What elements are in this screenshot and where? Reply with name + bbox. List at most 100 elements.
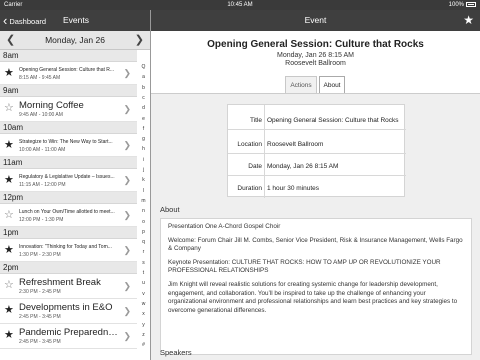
about-paragraph: Jim Knight will reveal realistic solutio… — [168, 280, 458, 314]
index-letter[interactable]: v — [137, 291, 150, 297]
index-letter[interactable]: g — [137, 136, 150, 142]
battery-percent: 100% — [448, 2, 464, 8]
row-divider — [228, 175, 406, 176]
status-bar: Carrier 10:45 AM 100% — [0, 0, 480, 10]
index-letter[interactable]: h — [137, 146, 150, 152]
battery-indicator: 100% — [449, 0, 476, 10]
index-letter[interactable]: b — [137, 85, 150, 91]
index-letter[interactable]: f — [137, 126, 150, 132]
event-row[interactable]: ☆ Morning Coffee 9:45 AM - 10:00 AM ❯ — [0, 97, 137, 122]
star-outline-icon[interactable]: ☆ — [4, 279, 14, 291]
event-row-time: 2:45 PM - 3:45 PM — [19, 314, 61, 320]
event-row[interactable]: ★ Developments in E&O 2:45 PM - 3:45 PM ❯ — [0, 299, 137, 324]
index-letter[interactable]: e — [137, 116, 150, 122]
index-letter[interactable]: i — [137, 157, 150, 163]
event-row[interactable]: ★ Strategize to Win: The New Way to Start… — [0, 134, 137, 157]
event-row[interactable]: ☆ Lunch on Your Own/Time allotted to meet… — [0, 204, 137, 227]
about-paragraph: Welcome: Forum Chair Jill M. Combs, Seni… — [168, 236, 463, 253]
event-location: Roosevelt Ballroom — [285, 60, 346, 67]
index-letter[interactable]: k — [137, 177, 150, 183]
event-row-title: Refreshment Break — [19, 277, 101, 288]
star-outline-icon[interactable]: ☆ — [4, 102, 14, 114]
index-letter[interactable]: r — [137, 249, 150, 255]
chevron-left-icon: ‹ — [3, 13, 8, 28]
dashboard-back-button[interactable]: ‹ Dashboard — [3, 10, 46, 32]
index-letter[interactable]: o — [137, 219, 150, 225]
event-row-title: Innovation: “Thinking for Today and Tom.… — [19, 244, 112, 250]
event-row-title: Lunch on Your Own/Time allotted to meet.… — [19, 209, 115, 215]
chevron-right-icon: ❯ — [123, 140, 131, 150]
speakers-heading: Speakers — [160, 348, 192, 357]
column-divider — [264, 105, 265, 198]
time-section-header: 10am — [0, 122, 137, 134]
index-letter[interactable]: q — [137, 239, 150, 245]
chevron-right-icon: ❯ — [123, 104, 131, 114]
event-datetime: Monday, Jan 26 8:15 AM — [277, 52, 354, 59]
index-letter[interactable]: w — [137, 301, 150, 307]
event-row[interactable]: ★ Regulatory & Legislative Update – Issue… — [0, 169, 137, 192]
index-letter[interactable]: m — [137, 198, 150, 204]
detail-value-title: Opening General Session: Culture that Ro… — [267, 117, 399, 124]
index-letter[interactable]: Q — [137, 64, 150, 70]
chevron-right-icon: ❯ — [123, 68, 131, 78]
next-day-chevron-icon[interactable]: ❯ — [135, 31, 144, 50]
time-section-header: 2pm — [0, 262, 137, 274]
star-filled-icon[interactable]: ★ — [4, 67, 14, 79]
event-title: Opening General Session: Culture that Ro… — [207, 39, 424, 50]
event-row-time: 10:00 AM - 11:00 AM — [19, 147, 66, 153]
index-letter[interactable]: x — [137, 311, 150, 317]
index-letter[interactable]: u — [137, 280, 150, 286]
time-section-header: 12pm — [0, 192, 137, 204]
event-row[interactable]: ★ Innovation: “Thinking for Today and Tom… — [0, 239, 137, 262]
star-filled-icon[interactable]: ★ — [4, 304, 14, 316]
time-section-header: 9am — [0, 85, 137, 97]
star-filled-icon[interactable]: ★ — [4, 139, 14, 151]
index-letter[interactable]: j — [137, 167, 150, 173]
detail-value-location: Roosevelt Ballroom — [267, 141, 324, 148]
section-index[interactable]: Qa b c d e f g h i j k l m n o p q r s t u v w x y z # — [137, 50, 150, 360]
header-divider — [151, 93, 480, 94]
index-letter[interactable]: # — [137, 342, 150, 348]
index-letter[interactable]: t — [137, 270, 150, 276]
tab-actions[interactable]: Actions — [285, 76, 317, 94]
index-letter[interactable]: y — [137, 322, 150, 328]
row-divider — [228, 129, 406, 130]
event-row-title: Regulatory & Legislative Update – Issues… — [19, 174, 115, 180]
event-header: Opening General Session: Culture that Ro… — [151, 31, 480, 94]
index-letter[interactable]: c — [137, 95, 150, 101]
star-filled-icon[interactable]: ★ — [4, 174, 14, 186]
event-row-title: Opening General Session: Culture that R.… — [19, 67, 115, 73]
favorite-star-icon[interactable]: ★ — [463, 13, 474, 28]
index-letter[interactable]: l — [137, 188, 150, 194]
event-row-time: 12:00 PM - 1:30 PM — [19, 217, 64, 223]
chevron-right-icon: ❯ — [123, 245, 131, 255]
star-filled-icon[interactable]: ★ — [4, 244, 14, 256]
chevron-right-icon: ❯ — [123, 306, 131, 316]
back-label: Dashboard — [9, 17, 47, 26]
event-row[interactable]: ★ Opening General Session: Culture that R… — [0, 62, 137, 85]
tab-about[interactable]: About — [319, 76, 345, 94]
index-letter[interactable]: p — [137, 229, 150, 235]
event-nav-title: Event — [304, 15, 327, 25]
detail-value-date: Monday, Jan 26 8:15 AM — [267, 163, 339, 170]
time-section-header: 8am — [0, 50, 137, 62]
chevron-right-icon: ❯ — [123, 210, 131, 220]
star-filled-icon[interactable]: ★ — [4, 329, 14, 341]
about-paragraph: Presentation One A-Chord Gospel Choir — [168, 223, 281, 230]
detail-value-duration: 1 hour 30 minutes — [267, 185, 320, 192]
index-letter[interactable]: s — [137, 260, 150, 266]
index-letter[interactable]: z — [137, 332, 150, 338]
index-letter[interactable]: d — [137, 105, 150, 111]
index-letter[interactable]: n — [137, 208, 150, 214]
event-nav-bar: Event ★ — [151, 10, 480, 31]
row-divider — [228, 153, 406, 154]
event-row[interactable]: ★ Pandemic Preparedness 2:45 PM - 3:45 PM ❯ — [0, 324, 137, 349]
event-row[interactable]: ☆ Refreshment Break 2:30 PM - 2:45 PM ❯ — [0, 274, 137, 299]
detail-label-title: Title — [249, 117, 262, 124]
event-row-time: 8:15 AM - 9:45 AM — [19, 75, 61, 81]
event-row-title: Strategize to Win: The New Way to Start.… — [19, 139, 113, 145]
about-paragraph: Keynote Presentation: CULTURE THAT ROCKS… — [168, 258, 441, 275]
schedule-list[interactable]: 8am ★ Opening General Session: Culture tha… — [0, 50, 137, 360]
index-letter[interactable]: a — [137, 74, 150, 80]
star-outline-icon[interactable]: ☆ — [4, 209, 14, 221]
